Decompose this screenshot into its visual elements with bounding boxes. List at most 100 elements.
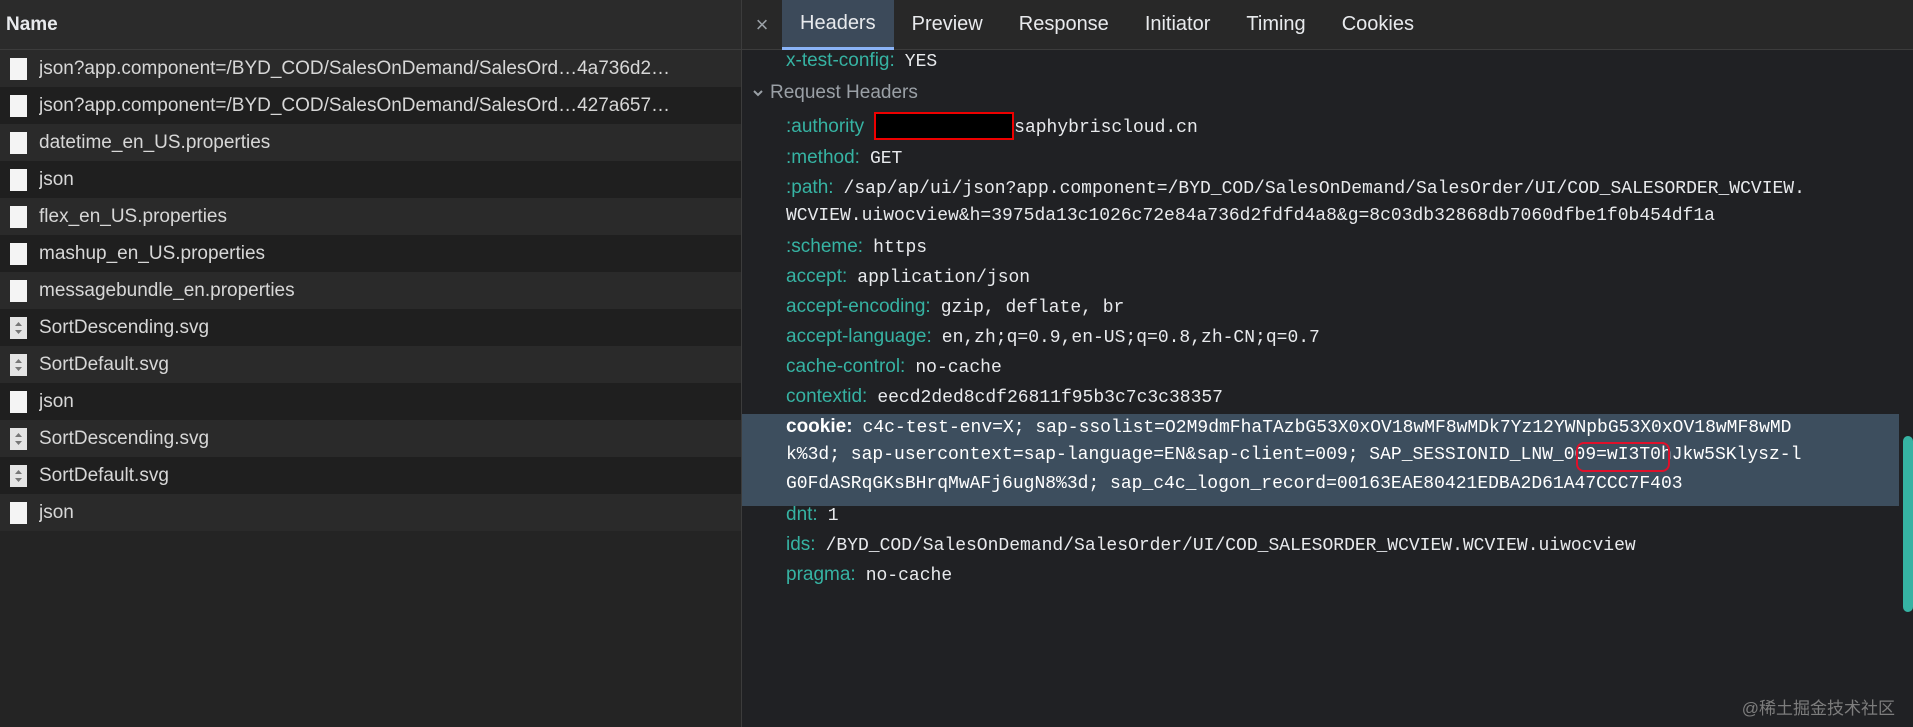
request-row[interactable]: json	[0, 383, 741, 420]
header-value: c4c-test-env=X; sap-ssolist=O2M9dmFhaTAz…	[862, 418, 1792, 438]
request-row[interactable]: json?app.component=/BYD_COD/SalesOnDeman…	[0, 87, 741, 124]
header-key: x-test-config:	[786, 50, 895, 71]
header-key: dnt:	[786, 504, 818, 525]
header-key: :path:	[786, 177, 834, 198]
header-key: cookie:	[786, 416, 853, 437]
header-value: no-cache	[915, 358, 1002, 378]
header-dnt: dnt: 1	[786, 504, 1899, 526]
request-rows: json?app.component=/BYD_COD/SalesOnDeman…	[0, 50, 741, 531]
request-name: json?app.component=/BYD_COD/SalesOnDeman…	[39, 94, 671, 116]
request-headers-section[interactable]: Request Headers	[752, 82, 918, 104]
tab-preview[interactable]: Preview	[894, 0, 1001, 50]
header-key: contextid:	[786, 386, 868, 407]
request-name: json	[39, 168, 74, 190]
chevron-down-icon	[753, 90, 763, 97]
file-icon	[10, 242, 27, 265]
file-icon	[10, 279, 27, 302]
header-key: accept-language:	[786, 326, 932, 347]
header-value: no-cache	[865, 566, 953, 586]
file-icon	[10, 94, 27, 117]
header-path: :path: /sap/ap/ui/json?app.component=/BYD…	[786, 177, 1899, 199]
header-method: :method: GET	[786, 147, 1899, 169]
request-list-pane: Name json?app.component=/BYD_COD/SalesOn…	[0, 0, 742, 727]
header-scheme: :scheme: https	[786, 236, 1899, 258]
request-name: messagebundle_en.properties	[39, 279, 295, 301]
request-row[interactable]: datetime_en_US.properties	[0, 124, 741, 161]
redaction-box	[874, 112, 1014, 140]
header-cookie: cookie: c4c-test-env=X; sap-ssolist=O2M9d…	[786, 416, 1791, 438]
file-icon	[10, 168, 27, 191]
request-row[interactable]: SortDescending.svg	[0, 309, 741, 346]
header-accept: accept: application/json	[786, 266, 1899, 288]
svg-file-icon	[10, 316, 27, 339]
svg-file-icon	[10, 464, 27, 487]
header-key: :authority	[786, 116, 865, 137]
request-row[interactable]: messagebundle_en.properties	[0, 272, 741, 309]
request-row[interactable]: SortDescending.svg	[0, 420, 741, 457]
header-x-test-config: x-test-config: YES	[786, 50, 1899, 72]
request-name: SortDefault.svg	[39, 353, 169, 375]
tab-response[interactable]: Response	[1001, 0, 1127, 50]
request-row[interactable]: flex_en_US.properties	[0, 198, 741, 235]
request-name: SortDefault.svg	[39, 464, 169, 486]
header-value: YES	[904, 52, 938, 72]
file-icon	[10, 390, 27, 413]
header-value: /sap/ap/ui/json?app.component=/BYD_COD/S…	[843, 179, 1805, 199]
header-value: application/json	[857, 268, 1031, 288]
header-value: https	[873, 238, 928, 258]
header-value: /BYD_COD/SalesOnDemand/SalesOrder/UI/COD…	[825, 536, 1636, 556]
tab-headers[interactable]: Headers	[782, 0, 894, 50]
header-key: ids:	[786, 534, 816, 555]
header-key: cache-control:	[786, 356, 906, 377]
request-name: json	[39, 390, 74, 412]
request-name: SortDescending.svg	[39, 427, 210, 449]
tab-initiator[interactable]: Initiator	[1127, 0, 1229, 50]
request-row[interactable]: mashup_en_US.properties	[0, 235, 741, 272]
request-name: json	[39, 501, 74, 523]
header-contextid: contextid: eecd2ded8cdf26811f95b3c7c3c383…	[786, 386, 1899, 408]
request-row[interactable]: json?app.component=/BYD_COD/SalesOnDeman…	[0, 50, 741, 87]
request-row[interactable]: SortDefault.svg	[0, 346, 741, 383]
name-column-header[interactable]: Name	[0, 0, 741, 50]
file-icon	[10, 57, 27, 80]
request-name: flex_en_US.properties	[39, 205, 227, 227]
tab-timing[interactable]: Timing	[1228, 0, 1323, 50]
watermark: @稀土掘金技术社区	[1741, 699, 1895, 718]
header-key: pragma:	[786, 564, 856, 585]
header-value: G0FdASRqGKsBHrqMwAFj6ugN8%3d; sap_c4c_lo…	[786, 474, 1683, 494]
request-row[interactable]: json	[0, 161, 741, 198]
request-row[interactable]: SortDefault.svg	[0, 457, 741, 494]
header-accept-language: accept-language: en,zh;q=0.9,en-US;q=0.8,…	[786, 326, 1899, 348]
highlight-oval	[1576, 442, 1670, 472]
header-value: en,zh;q=0.9,en-US;q=0.8,zh-CN;q=0.7	[941, 328, 1320, 348]
request-name: mashup_en_US.properties	[39, 242, 266, 264]
header-key: accept-encoding:	[786, 296, 931, 317]
svg-file-icon	[10, 427, 27, 450]
header-value: eecd2ded8cdf26811f95b3c7c3c38357	[877, 388, 1223, 408]
header-cache-control: cache-control: no-cache	[786, 356, 1899, 378]
header-key: accept:	[786, 266, 848, 287]
headers-content: x-test-config: YES Request Headers :autho…	[742, 50, 1913, 727]
section-title: Request Headers	[770, 82, 918, 103]
file-icon	[10, 131, 27, 154]
header-value: GET	[869, 149, 903, 169]
header-ids: ids: /BYD_COD/SalesOnDemand/SalesOrder/UI…	[786, 534, 1899, 556]
request-name: datetime_en_US.properties	[39, 131, 271, 153]
details-tab-bar: × Headers Preview Response Initiator Tim…	[742, 0, 1913, 50]
request-details-pane: × Headers Preview Response Initiator Tim…	[742, 0, 1913, 727]
file-icon	[10, 501, 27, 524]
header-value: WCVIEW.uiwocview&h=3975da13c1026c72e84a7…	[786, 206, 1715, 226]
tab-cookies[interactable]: Cookies	[1324, 0, 1432, 50]
header-value: gzip, deflate, br	[940, 298, 1125, 318]
header-path-cont: WCVIEW.uiwocview&h=3975da13c1026c72e84a7…	[786, 206, 1899, 226]
header-key: :scheme:	[786, 236, 864, 257]
close-icon[interactable]: ×	[742, 12, 782, 38]
request-row[interactable]: json	[0, 494, 741, 531]
scrollbar-thumb[interactable]	[1903, 436, 1913, 612]
header-key: :method:	[786, 147, 860, 168]
file-icon	[10, 205, 27, 228]
svg-file-icon	[10, 353, 27, 376]
header-cookie-cont2: G0FdASRqGKsBHrqMwAFj6ugN8%3d; sap_c4c_lo…	[786, 474, 1683, 494]
header-accept-encoding: accept-encoding: gzip, deflate, br	[786, 296, 1899, 318]
header-value: 1	[827, 506, 839, 526]
